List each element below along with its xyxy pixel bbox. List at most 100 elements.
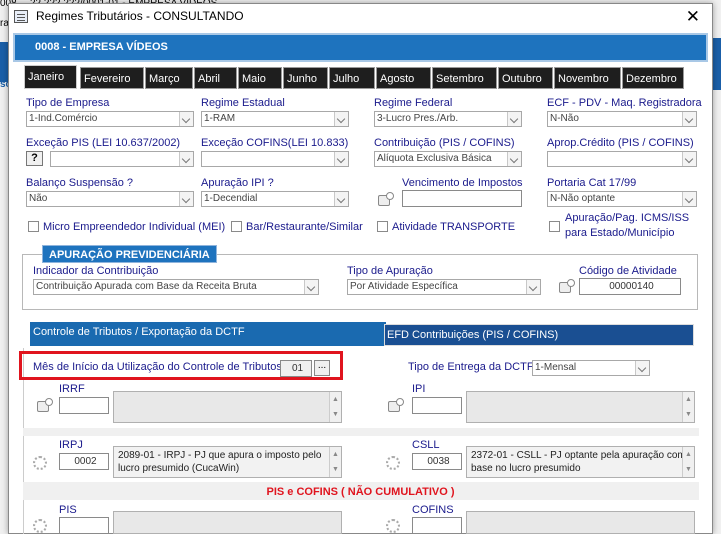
indicador-contribuicao-select[interactable]: Contribuição Apurada com Base da Receita… bbox=[33, 279, 319, 295]
chevron-down-icon bbox=[635, 361, 649, 375]
cofins-code-input[interactable] bbox=[412, 517, 462, 534]
loading-icon bbox=[386, 456, 400, 470]
loading-icon bbox=[33, 456, 47, 470]
portaria-value: N-Não optante bbox=[550, 193, 616, 204]
chevron-down-icon bbox=[682, 192, 696, 206]
chevron-down-icon bbox=[334, 112, 348, 126]
regime-estadual-value: 1-RAM bbox=[204, 113, 236, 124]
tipo-apuracao-label: Tipo de Apuração bbox=[347, 265, 433, 277]
search-icon[interactable] bbox=[378, 192, 394, 206]
tipo-entrega-dctf-label: Tipo de Entrega da DCTF: bbox=[408, 361, 537, 373]
title-bar: Regimes Tributários - CONSULTANDO ✕ bbox=[9, 4, 712, 30]
tab-maio[interactable]: Maio bbox=[238, 67, 282, 89]
tab-janeiro[interactable]: Janeiro bbox=[24, 65, 77, 89]
tab-julho[interactable]: Julho bbox=[329, 67, 375, 89]
irrf-code-input[interactable] bbox=[59, 397, 109, 414]
chevron-down-icon bbox=[334, 192, 348, 206]
csll-description-text: 2372-01 - CSLL - PJ optante pela apuraçã… bbox=[471, 450, 686, 474]
excecao-pis-label: Exceção PIS (LEI 10.637/2002) bbox=[26, 137, 181, 149]
scrollbar[interactable] bbox=[329, 392, 341, 422]
aprop-credito-label: Aprop.Crédito (PIS / COFINS) bbox=[547, 137, 694, 149]
chevron-down-icon bbox=[507, 112, 521, 126]
mes-inicio-input[interactable]: 01 bbox=[280, 360, 312, 377]
regime-federal-value: 3-Lucro Pres./Arb. bbox=[377, 113, 459, 124]
tab-abril[interactable]: Abril bbox=[194, 67, 237, 89]
tab-agosto[interactable]: Agosto bbox=[376, 67, 431, 89]
ecf-value: N-Não bbox=[550, 113, 579, 124]
aprop-credito-select[interactable] bbox=[547, 151, 697, 167]
icms-iss-label-2: para Estado/Município bbox=[565, 227, 675, 239]
tab-junho[interactable]: Junho bbox=[283, 67, 328, 89]
vencimento-label: Vencimento de Impostos bbox=[402, 177, 523, 189]
irpj-label: IRPJ bbox=[59, 439, 83, 451]
tab-controle-tributos[interactable]: Controle de Tributos / Exportação da DCT… bbox=[30, 322, 386, 346]
contribuicao-select[interactable]: Alíquota Exclusiva Básica bbox=[374, 151, 522, 167]
company-banner: 0008 - EMPRESA VÍDEOS bbox=[13, 33, 708, 62]
icms-iss-label: Apuração/Pag. ICMS/ISS bbox=[565, 212, 690, 224]
ecf-label: ECF - PDV - Maq. Registradora bbox=[547, 97, 702, 109]
search-icon[interactable] bbox=[559, 279, 575, 293]
atividade-transporte-checkbox[interactable] bbox=[377, 221, 388, 232]
balanco-select[interactable]: Não bbox=[26, 191, 194, 207]
irpj-code-input[interactable]: 0002 bbox=[59, 453, 109, 470]
atividade-transporte-label: Atividade TRANSPORTE bbox=[392, 221, 516, 233]
balanco-value: Não bbox=[29, 193, 48, 204]
ecf-select[interactable]: N-Não bbox=[547, 111, 697, 127]
tipo-empresa-select[interactable]: 1-Ind.Comércio bbox=[26, 111, 194, 127]
pis-code-input[interactable] bbox=[59, 517, 109, 534]
apuracao-ipi-label: Apuração IPI ? bbox=[201, 177, 274, 189]
irpj-description: 2089-01 - IRPJ - PJ que apura o imposto … bbox=[113, 446, 342, 478]
tab-marco[interactable]: Março bbox=[145, 67, 193, 89]
irrf-description bbox=[113, 391, 342, 423]
tipo-entrega-dctf-select[interactable]: 1-Mensal bbox=[532, 360, 650, 376]
bar-restaurante-checkbox[interactable] bbox=[231, 221, 242, 232]
search-icon[interactable] bbox=[37, 398, 53, 412]
apuracao-ipi-select[interactable]: 1-Decendial bbox=[201, 191, 349, 207]
codigo-atividade-input[interactable]: 00000140 bbox=[579, 278, 681, 295]
portaria-select[interactable]: N-Não optante bbox=[547, 191, 697, 207]
tab-outubro[interactable]: Outubro bbox=[498, 67, 553, 89]
pis-cofins-title: PIS e COFINS ( NÃO CUMULATIVO ) bbox=[266, 486, 455, 498]
tab-setembro[interactable]: Setembro bbox=[432, 67, 497, 89]
help-button[interactable]: ? bbox=[26, 151, 43, 166]
tab-dezembro[interactable]: Dezembro bbox=[622, 67, 684, 89]
chevron-down-icon bbox=[179, 152, 193, 166]
vencimento-input[interactable] bbox=[402, 190, 522, 207]
csll-code-input[interactable]: 0038 bbox=[412, 453, 462, 470]
icms-iss-checkbox[interactable] bbox=[549, 221, 560, 232]
search-icon[interactable] bbox=[388, 398, 404, 412]
codigo-atividade-label: Código de Atividade bbox=[579, 265, 677, 277]
mes-inicio-button[interactable]: ... bbox=[314, 360, 330, 376]
loading-icon bbox=[33, 519, 47, 533]
tab-fevereiro[interactable]: Fevereiro bbox=[80, 67, 144, 89]
portaria-label: Portaria Cat 17/99 bbox=[547, 177, 637, 189]
tipo-apuracao-select[interactable]: Por Atividade Específica bbox=[347, 279, 541, 295]
company-name: 0008 - EMPRESA VÍDEOS bbox=[35, 41, 168, 53]
window-app-icon bbox=[14, 10, 28, 23]
ipi-code-input[interactable] bbox=[412, 397, 462, 414]
cofins-description bbox=[466, 511, 695, 534]
mei-label: Micro Empreendedor Individual (MEI) bbox=[43, 221, 226, 233]
ipi-label: IPI bbox=[412, 383, 426, 395]
csll-description: 2372-01 - CSLL - PJ optante pela apuraçã… bbox=[466, 446, 695, 478]
excecao-pis-select[interactable] bbox=[50, 151, 194, 167]
excecao-cofins-select[interactable] bbox=[201, 151, 349, 167]
csll-label: CSLL bbox=[412, 439, 440, 451]
scrollbar[interactable] bbox=[682, 392, 694, 422]
scrollbar[interactable] bbox=[329, 447, 341, 477]
chevron-down-icon bbox=[507, 152, 521, 166]
chevron-down-icon bbox=[304, 280, 318, 294]
tab-efd-contribuicoes[interactable]: EFD Contribuições (PIS / COFINS) bbox=[384, 324, 694, 346]
indicador-contribuicao-label: Indicador da Contribuição bbox=[33, 265, 159, 277]
tab-novembro[interactable]: Novembro bbox=[554, 67, 621, 89]
window-title: Regimes Tributários - CONSULTANDO bbox=[36, 9, 244, 23]
close-icon[interactable]: ✕ bbox=[686, 7, 700, 27]
scrollbar[interactable] bbox=[682, 447, 694, 477]
regime-federal-select[interactable]: 3-Lucro Pres./Arb. bbox=[374, 111, 522, 127]
balanco-label: Balanço Suspensão ? bbox=[26, 177, 134, 189]
mes-inicio-label: Mês de Início da Utilização do Controle … bbox=[33, 361, 285, 373]
regime-estadual-select[interactable]: 1-RAM bbox=[201, 111, 349, 127]
ipi-description bbox=[466, 391, 695, 423]
contribuicao-label: Contribuição (PIS / COFINS) bbox=[374, 137, 515, 149]
mei-checkbox[interactable] bbox=[28, 221, 39, 232]
